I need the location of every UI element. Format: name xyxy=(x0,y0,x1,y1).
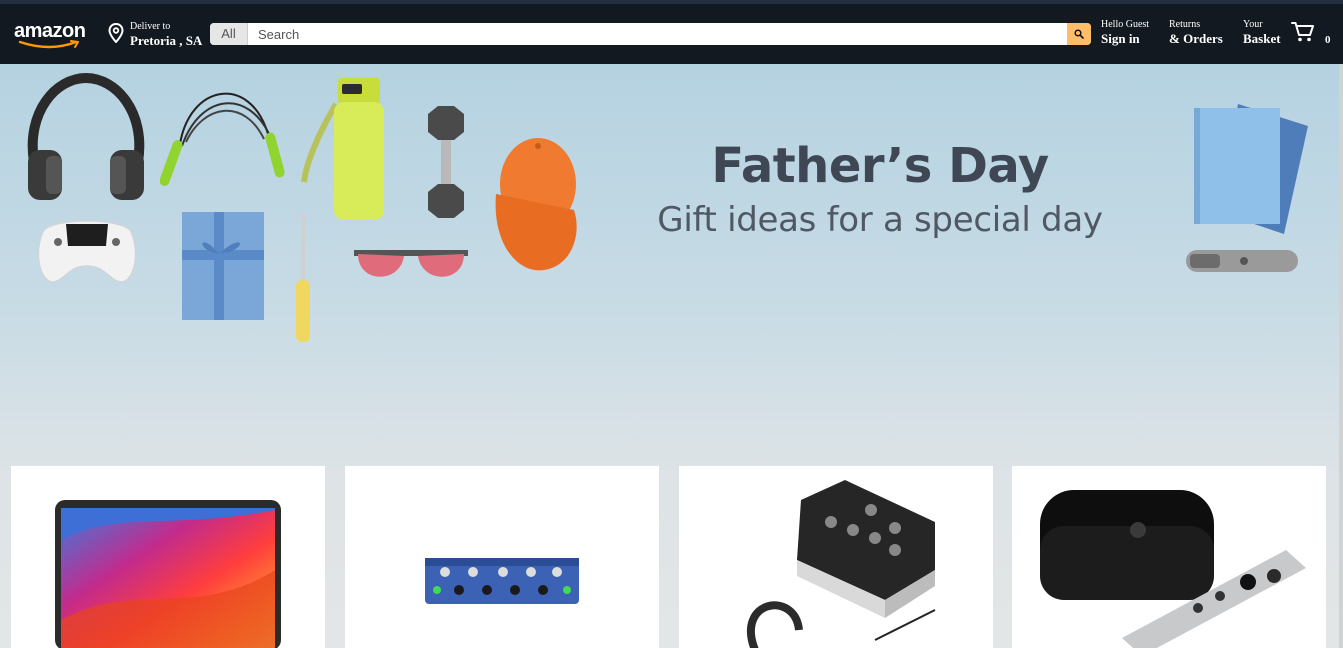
streaming-box-image xyxy=(1040,490,1306,648)
returns-label: Returns xyxy=(1169,19,1201,30)
audio-interface-image xyxy=(746,480,936,648)
account-signin[interactable]: Hello Guest Sign in xyxy=(1101,19,1149,47)
deliver-label: Deliver to xyxy=(130,21,171,32)
returns-orders[interactable]: Returns & Orders xyxy=(1169,19,1223,47)
search-input[interactable] xyxy=(248,23,1067,45)
headphones-image xyxy=(27,72,145,200)
page-scrollbar[interactable] xyxy=(1339,64,1343,648)
header: amazon Deliver to Pretoria , SA All Hell… xyxy=(0,4,1343,64)
cart-icon xyxy=(1291,22,1314,42)
location-pin-icon xyxy=(108,23,124,43)
jump-rope-image xyxy=(160,92,285,186)
search-category-select[interactable]: All xyxy=(210,23,248,45)
orders-label: & Orders xyxy=(1169,31,1223,46)
cart-count: 0 xyxy=(1325,34,1331,46)
your-basket[interactable]: Your Basket xyxy=(1243,19,1281,47)
search-button[interactable] xyxy=(1067,23,1091,45)
search-icon xyxy=(1074,29,1084,39)
cart-button[interactable]: 0 xyxy=(1291,21,1337,49)
greeting-label: Hello Guest xyxy=(1101,19,1150,30)
deliver-to[interactable]: Deliver to Pretoria , SA xyxy=(108,20,208,52)
books-image xyxy=(1194,104,1308,234)
product-card[interactable] xyxy=(345,466,659,648)
sign-in-label: Sign in xyxy=(1101,31,1140,46)
hero-title: Father’s Day xyxy=(711,138,1049,194)
sunglasses-image xyxy=(354,250,468,277)
water-bottle-image xyxy=(301,78,384,220)
hero-subtitle: Gift ideas for a special day xyxy=(657,200,1103,240)
headphone-amplifier-image xyxy=(425,558,579,604)
dumbbell-image xyxy=(428,106,464,218)
product-card[interactable] xyxy=(1012,466,1326,648)
gift-box-image xyxy=(182,212,264,320)
logo-smile-icon xyxy=(18,40,79,49)
deliver-location: Pretoria , SA xyxy=(130,33,203,48)
basket-label: Basket xyxy=(1243,31,1281,46)
product-card[interactable] xyxy=(679,466,993,648)
orange-cap-image xyxy=(495,138,577,271)
search-bar: All xyxy=(210,23,1091,45)
laptop-image xyxy=(55,500,281,648)
amazon-logo[interactable]: amazon xyxy=(14,20,88,52)
your-label: Your xyxy=(1243,19,1263,30)
product-card[interactable] xyxy=(11,466,325,648)
multitool-image xyxy=(1186,250,1298,272)
screwdriver-image xyxy=(296,214,310,342)
game-controller-image xyxy=(37,220,137,283)
